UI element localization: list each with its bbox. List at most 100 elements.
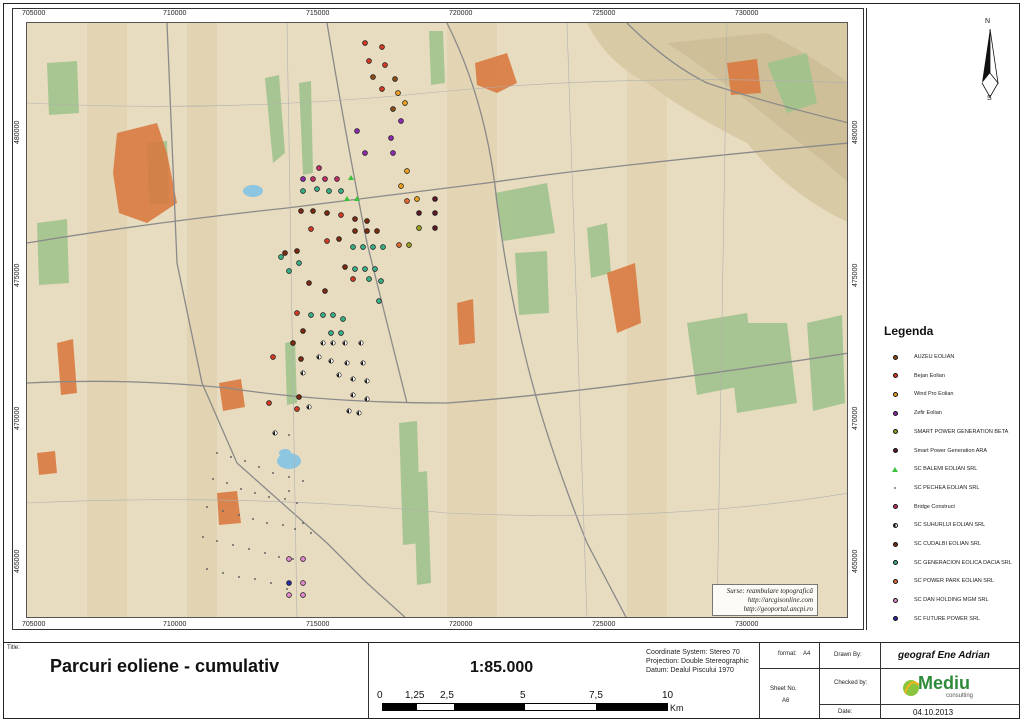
turbine-marker — [292, 558, 294, 560]
turbine-marker — [395, 90, 401, 96]
turbine-marker — [296, 394, 302, 400]
turbine-marker — [254, 492, 256, 494]
legend-item-label: SC POWER PARK EOLIAN SRL — [914, 578, 994, 585]
drawn-by: geograf Ene Adrian — [898, 650, 990, 661]
attribution-line: http://arcgisonline.com — [747, 596, 813, 604]
turbine-marker — [336, 236, 342, 242]
turbine-layer — [202, 40, 438, 598]
right-tick: 465000 — [852, 549, 859, 573]
title-label: Title: — [7, 645, 20, 651]
legend-symbol-icon — [890, 486, 900, 489]
legend-symbol-icon — [890, 578, 900, 584]
turbine-marker — [230, 456, 232, 458]
left-tick: 480000 — [14, 120, 21, 144]
turbine-marker — [288, 490, 290, 492]
legend-item-label: Zefir Eolian — [914, 410, 942, 417]
turbine-marker — [264, 552, 266, 554]
legend-item-label: Wind Pro Eolian — [914, 391, 954, 398]
turbine-marker — [216, 452, 218, 454]
turbine-marker — [404, 168, 410, 174]
coordinate-system: Coordinate System: Stereo 70 — [646, 649, 740, 656]
legend-item-label: SC CUDALBI EOLIAN SRL — [914, 541, 981, 547]
legend-item-label: SMART POWER GENERATION BETA — [914, 428, 1009, 435]
turbine-marker — [248, 548, 250, 550]
turbine-marker — [300, 176, 306, 182]
legend-symbol-icon — [890, 429, 900, 435]
turbine-marker — [310, 532, 312, 534]
datum: Datum: Dealul Piscului 1970 — [646, 667, 734, 674]
north-arrow-icon: N S — [978, 18, 1002, 104]
topographic-map[interactable] — [26, 22, 848, 618]
turbine-marker — [352, 216, 358, 222]
turbine-marker — [396, 242, 402, 248]
scale-bar-label: 10 — [662, 690, 674, 701]
turbine-marker — [322, 288, 328, 294]
turbine-marker — [390, 106, 396, 112]
legend-item-label: Bejan Eolian — [914, 372, 945, 379]
bottom-tick: 725000 — [592, 621, 616, 628]
turbine-marker — [376, 298, 382, 304]
legend-item: Bridge Construct — [890, 498, 955, 516]
turbine-marker — [278, 254, 284, 260]
projection-info: Coordinate System: Stereo 70 Projection:… — [646, 648, 749, 675]
top-tick: 705000 — [22, 10, 46, 17]
attribution-line: http://geoportal.ancpi.ro — [743, 605, 813, 613]
turbine-marker — [330, 312, 336, 318]
turbine-marker — [238, 514, 240, 516]
turbine-marker — [314, 186, 320, 192]
turbine-marker — [284, 498, 286, 500]
legend-item: SMART POWER GENERATION BETA — [890, 423, 1008, 441]
legend-item: Wind Pro Eolian — [890, 385, 953, 403]
turbine-marker — [324, 210, 330, 216]
legend-symbol-icon — [890, 448, 900, 453]
legend-symbol-icon — [890, 597, 900, 603]
legend-title: Legenda — [884, 324, 934, 338]
turbine-marker — [354, 128, 360, 134]
left-tick: 465000 — [14, 549, 21, 573]
top-tick: 720000 — [449, 10, 473, 17]
top-tick: 715000 — [306, 10, 330, 17]
left-tick: 470000 — [14, 406, 21, 430]
turbine-marker — [294, 310, 300, 316]
map-attribution: Surse: reambulare topografică http://arc… — [712, 584, 818, 616]
top-tick: 730000 — [735, 10, 759, 17]
turbine-marker — [322, 176, 328, 182]
turbine-marker — [308, 312, 314, 318]
turbine-marker — [366, 58, 372, 64]
scale-bar-label: 2,5 — [440, 690, 454, 701]
turbine-marker — [334, 176, 340, 182]
date-label: Date: — [838, 709, 853, 715]
turbine-marker — [344, 196, 350, 201]
turbine-marker — [308, 226, 314, 232]
legend-symbol-icon — [890, 391, 900, 397]
turbine-marker — [364, 218, 370, 224]
turbine-marker — [338, 330, 344, 336]
turbine-marker — [270, 582, 272, 584]
turbine-marker — [338, 188, 344, 194]
legend-item-label: AUZEU EOLIAN — [914, 354, 955, 360]
legend-symbol-icon — [890, 410, 900, 416]
format-label: format: — [778, 651, 797, 657]
legend-item: SC CUDALBI EOLIAN SRL — [890, 535, 981, 553]
legend-item-label: SC BALEMI EOLIAN SRL — [914, 466, 978, 473]
turbine-marker — [350, 276, 356, 282]
top-tick: 710000 — [163, 10, 187, 17]
turbine-marker — [379, 86, 385, 92]
turbine-marker — [310, 208, 316, 214]
turbine-marker — [294, 528, 296, 530]
sheet-label: Sheet No. — [770, 686, 797, 692]
legend-item: AUZEU EOLIAN — [890, 348, 954, 366]
mediu-logo: Mediu consulting — [900, 671, 980, 703]
turbine-marker — [432, 196, 438, 202]
turbine-marker — [416, 225, 422, 231]
turbine-marker — [350, 244, 356, 250]
scale-bar — [382, 703, 668, 711]
turbine-marker — [296, 502, 298, 504]
scale-bar-label: 1,25 — [405, 690, 425, 701]
turbine-marker — [378, 278, 384, 284]
turbine-marker — [404, 198, 410, 204]
bottom-tick: 715000 — [306, 621, 330, 628]
turbine-marker — [342, 264, 348, 270]
turbine-marker — [216, 540, 218, 542]
turbine-marker — [240, 488, 242, 490]
